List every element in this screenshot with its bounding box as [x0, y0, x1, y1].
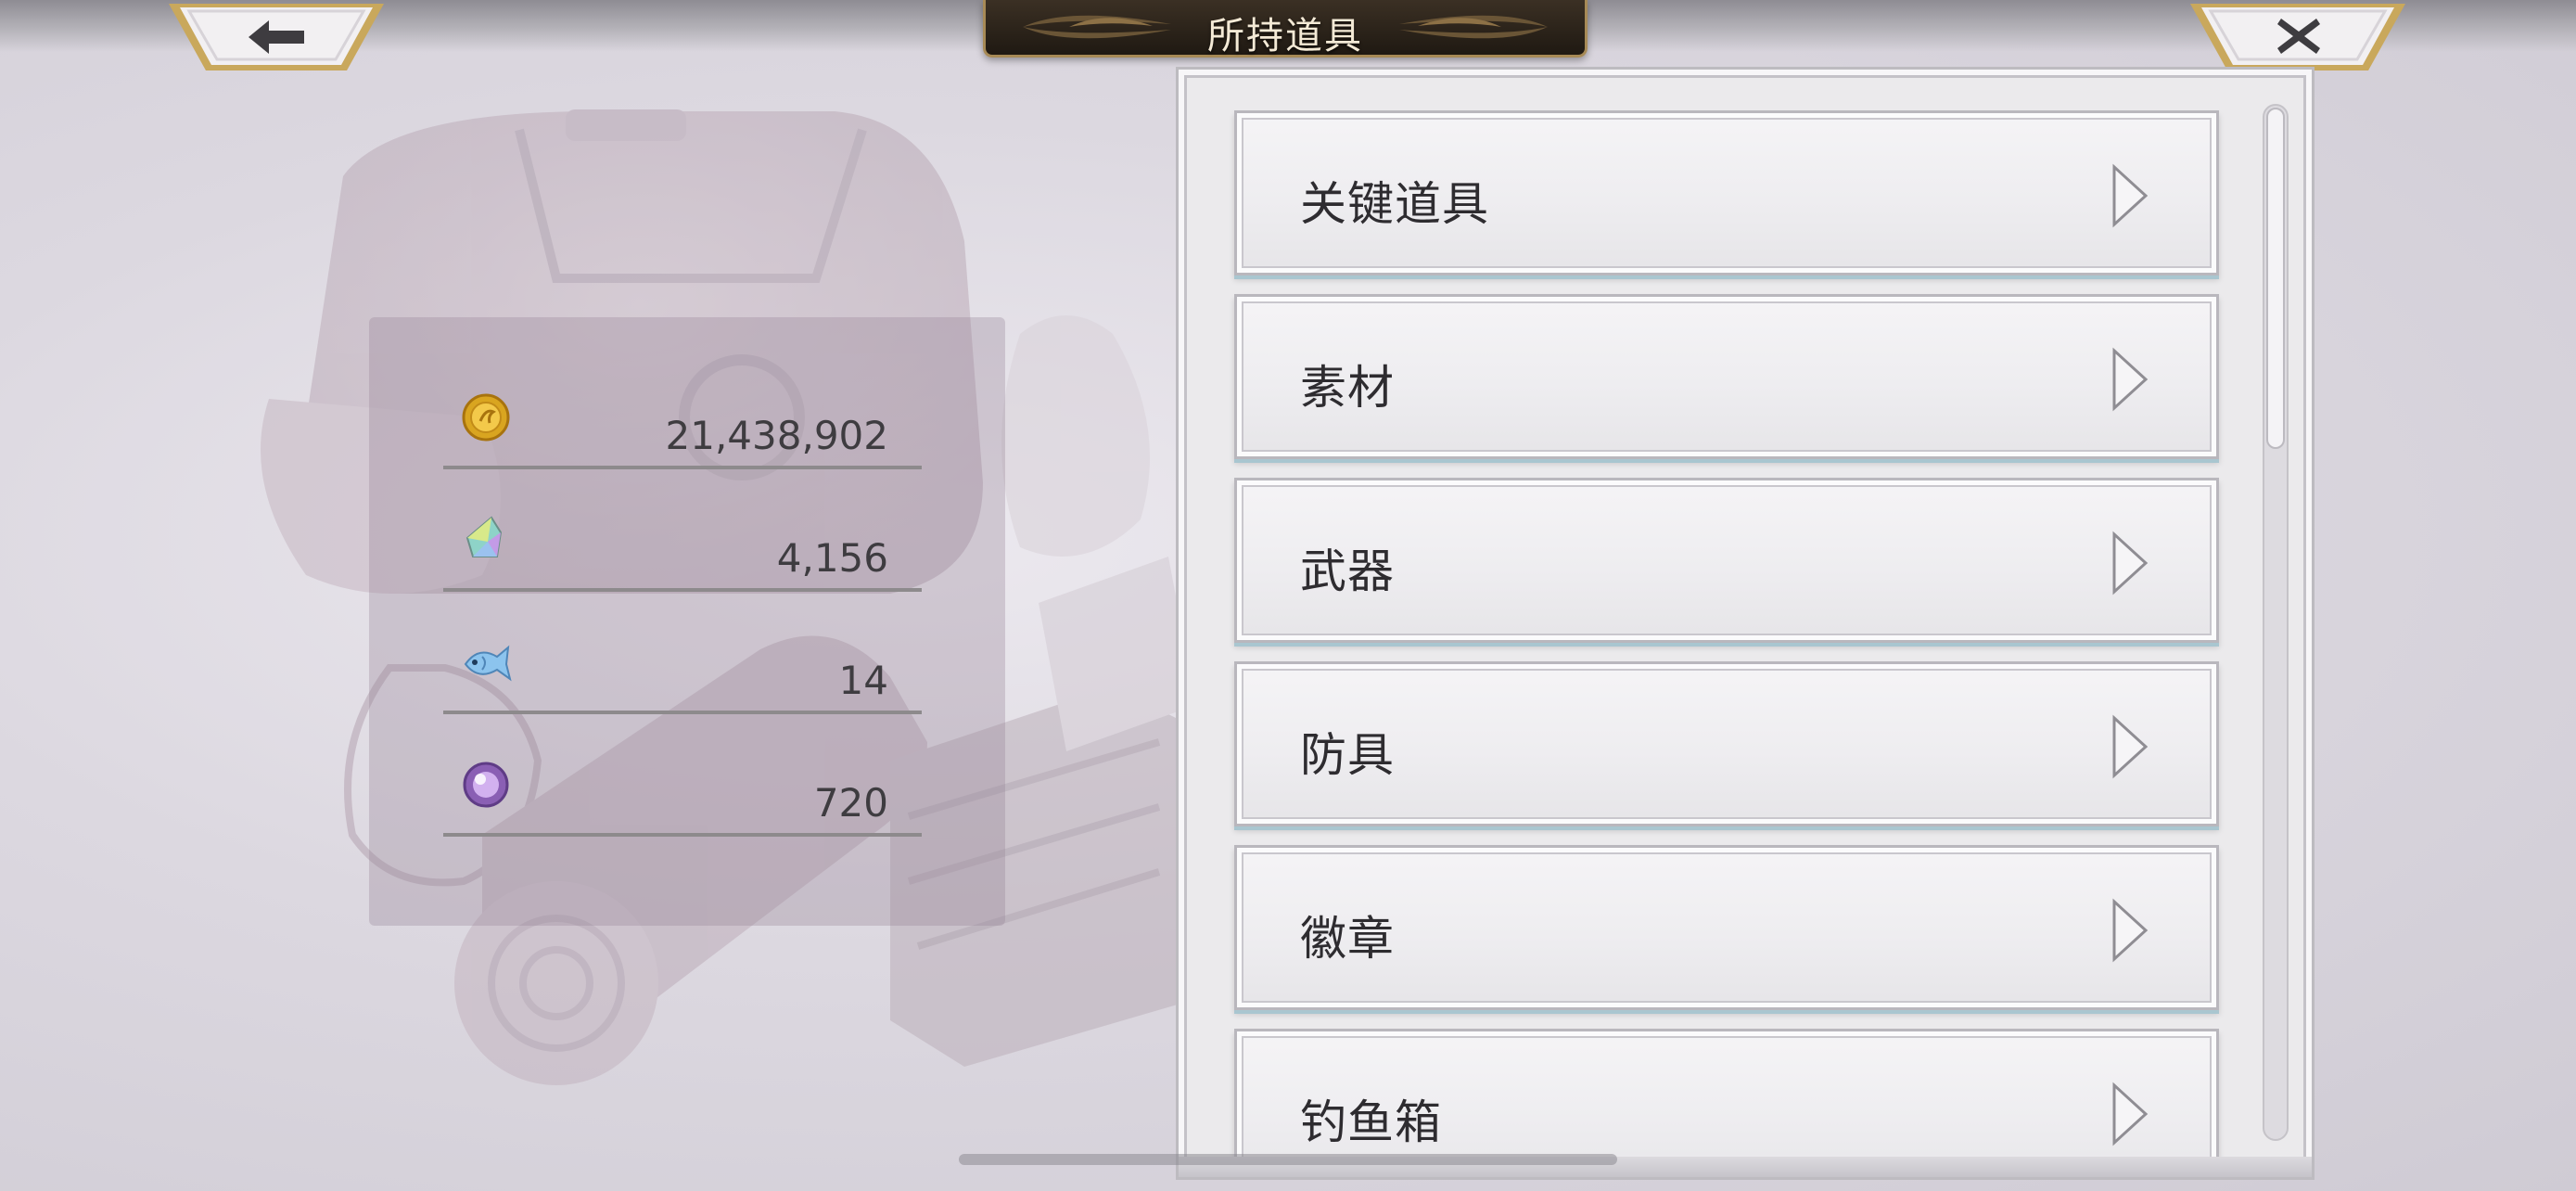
category-label: 素材: [1300, 361, 1395, 415]
category-armor[interactable]: 防具: [1234, 661, 2219, 826]
currency-row-gold: 21,438,902: [443, 382, 922, 469]
title-plate: 所持道具: [983, 0, 1588, 58]
item-category-list: 关键道具 素材 武器 防具 徽章 钓鱼箱: [1176, 67, 2315, 1180]
page-title: 所持道具: [1207, 15, 1363, 58]
currency-value-orb: 720: [813, 780, 888, 826]
chevron-right-icon: [2112, 163, 2149, 228]
category-label: 武器: [1300, 544, 1395, 598]
close-x-icon: [2277, 19, 2320, 54]
currency-value-gold: 21,438,902: [665, 413, 888, 458]
category-label: 钓鱼箱: [1300, 1095, 1442, 1149]
currency-row-orb: 720: [443, 749, 922, 837]
category-weapons[interactable]: 武器: [1234, 478, 2219, 643]
chevron-right-icon: [2112, 347, 2149, 412]
home-indicator[interactable]: [959, 1154, 1617, 1165]
chevron-right-icon: [2112, 531, 2149, 596]
currency-value-fish: 14: [838, 658, 888, 703]
category-materials[interactable]: 素材: [1234, 294, 2219, 459]
category-label: 防具: [1300, 728, 1395, 782]
currency-row-crystal: 4,156: [443, 505, 922, 592]
chevron-right-icon: [2112, 1082, 2149, 1146]
chevron-right-icon: [2112, 714, 2149, 779]
blue-fish-icon: [464, 645, 512, 682]
currency-row-fish: 14: [443, 627, 922, 714]
close-button[interactable]: [2187, 0, 2409, 74]
category-badges[interactable]: 徽章: [1234, 845, 2219, 1010]
chevron-right-icon: [2112, 898, 2149, 963]
gold-coin-icon: [462, 393, 510, 442]
scrollbar-thumb[interactable]: [2266, 108, 2285, 449]
currency-value-crystal: 4,156: [776, 535, 888, 581]
rainbow-crystal-icon: [465, 516, 503, 557]
category-label: 徽章: [1300, 912, 1395, 966]
category-key-items[interactable]: 关键道具: [1234, 110, 2219, 275]
currency-panel: 21,438,902 4,156 14 720: [369, 317, 1005, 926]
category-label: 关键道具: [1300, 177, 1489, 231]
back-button[interactable]: [165, 0, 388, 74]
back-arrow-icon: [249, 20, 304, 54]
purple-orb-icon: [463, 762, 509, 808]
